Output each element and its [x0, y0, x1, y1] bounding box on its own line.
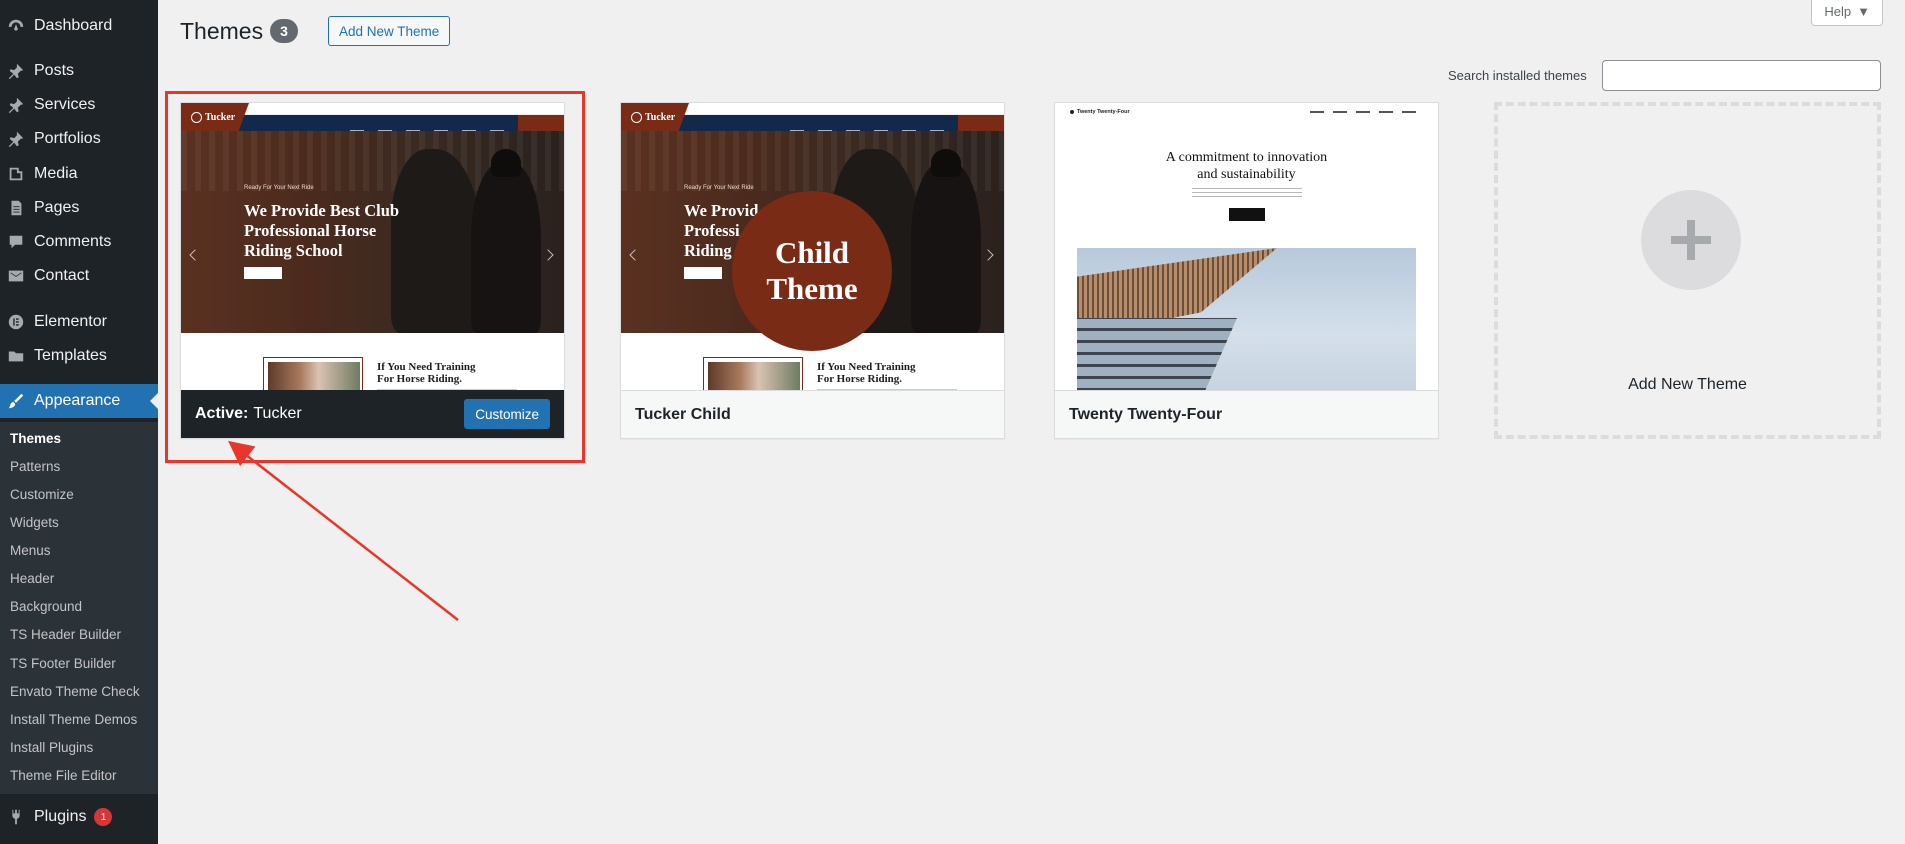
- sidebar-item-elementor[interactable]: Elementor: [0, 305, 158, 339]
- submenu-item-customize[interactable]: Customize: [10, 487, 74, 502]
- search-label: Search installed themes: [1448, 68, 1587, 83]
- trainer-photo: [263, 357, 363, 391]
- pin-icon: [6, 61, 26, 81]
- submenu-item-themes[interactable]: Themes: [10, 431, 61, 446]
- submenu-item-install-theme-demos[interactable]: Install Theme Demos: [10, 712, 137, 727]
- sidebar-item-label: Media: [34, 165, 78, 182]
- theme-card-tucker-child[interactable]: Tucker Ready For Your Next Ride We Provi…: [620, 102, 1005, 439]
- sidebar-item-plugins[interactable]: Plugins 1: [0, 800, 158, 834]
- sidebar-item-appearance[interactable]: Appearance: [0, 384, 158, 418]
- sidebar-item-label: Plugins: [34, 808, 87, 825]
- update-count-badge: 1: [94, 808, 113, 826]
- sidebar-item-label: Comments: [34, 233, 112, 250]
- preview-lower-title: If You Need Training For Horse Riding.: [817, 361, 916, 385]
- trainer-photo: [703, 357, 803, 391]
- sidebar-item-dashboard[interactable]: Dashboard: [0, 9, 158, 43]
- preview-hero-button: [244, 267, 282, 279]
- sidebar-item-label: Posts: [34, 62, 75, 79]
- chevron-left-icon: [629, 249, 641, 261]
- chevron-right-icon: [542, 249, 554, 261]
- theme-name: Tucker: [253, 405, 302, 422]
- brush-icon: [6, 391, 26, 411]
- preview-hero-title: We Provide Best Club Professional Horse …: [244, 201, 400, 260]
- sidebar-item-label: Pages: [34, 199, 80, 216]
- theme-name: Tucker Child: [635, 405, 731, 423]
- sidebar-item-comments[interactable]: Comments: [0, 225, 158, 259]
- admin-sidebar: Dashboard Posts Services Portfolios Medi…: [0, 0, 158, 844]
- preview-brand: Twenty Twenty-Four: [1070, 109, 1130, 115]
- theme-screenshot[interactable]: Tucker Ready For Your Next Ride We Provi…: [181, 103, 564, 391]
- sidebar-item-label: Contact: [34, 267, 90, 284]
- theme-footer-active: Active: Tucker Customize: [181, 390, 564, 438]
- plus-icon: [1641, 190, 1741, 290]
- sidebar-item-portfolios[interactable]: Portfolios: [0, 122, 158, 156]
- help-label: Help: [1824, 4, 1852, 19]
- elementor-icon: [6, 312, 26, 332]
- horse-image: [391, 149, 481, 333]
- dashboard-icon: [6, 16, 26, 36]
- theme-card-twenty-twenty-four[interactable]: Twenty Twenty-Four A commitment to innov…: [1054, 102, 1439, 439]
- sidebar-item-pages[interactable]: Pages: [0, 191, 158, 225]
- add-new-theme-button[interactable]: Add New Theme: [328, 16, 451, 46]
- submenu-item-ts-footer-builder[interactable]: TS Footer Builder: [10, 656, 116, 671]
- building-image: [1077, 248, 1416, 391]
- rider-image: [471, 149, 541, 333]
- submenu-item-menus[interactable]: Menus: [10, 543, 51, 558]
- pin-icon: [6, 95, 26, 115]
- preview-lower-title: If You Need Training For Horse Riding.: [377, 361, 476, 385]
- help-button[interactable]: Help ▼: [1811, 0, 1883, 26]
- chevron-left-icon: [189, 249, 201, 261]
- caret-down-icon: ▼: [1857, 4, 1870, 19]
- preview-hero-kicker: Ready For Your Next Ride: [244, 185, 314, 191]
- theme-footer: Tucker Child: [621, 390, 1004, 438]
- preview-lower-section: If You Need Training For Horse Riding.: [181, 333, 564, 391]
- theme-card-tucker[interactable]: Tucker Ready For Your Next Ride We Provi…: [180, 102, 565, 439]
- sidebar-item-services[interactable]: Services: [0, 88, 158, 122]
- child-theme-badge: Child Theme: [732, 191, 892, 351]
- preview-appointment-button: [518, 115, 564, 131]
- sidebar-item-templates[interactable]: Templates: [0, 339, 158, 373]
- add-new-theme-label: Add New Theme: [1628, 376, 1747, 393]
- sidebar-item-label: Appearance: [34, 392, 121, 409]
- preview-hero-kicker: Ready For Your Next Ride: [684, 185, 754, 191]
- search-themes-input[interactable]: [1602, 60, 1881, 91]
- page-icon: [6, 198, 26, 218]
- plug-icon: [6, 807, 26, 827]
- appearance-submenu: Themes Patterns Customize Widgets Menus …: [0, 422, 158, 794]
- submenu-item-patterns[interactable]: Patterns: [10, 459, 60, 474]
- mail-icon: [6, 266, 26, 286]
- sidebar-item-label: Elementor: [34, 313, 107, 330]
- theme-screenshot[interactable]: Twenty Twenty-Four A commitment to innov…: [1055, 103, 1438, 391]
- chevron-right-icon: [982, 249, 994, 261]
- folder-icon: [6, 346, 26, 366]
- customize-button[interactable]: Customize: [464, 399, 550, 429]
- preview-hero: Ready For Your Next Ride We Provide Best…: [181, 131, 564, 333]
- submenu-item-widgets[interactable]: Widgets: [10, 515, 59, 530]
- submenu-item-background[interactable]: Background: [10, 599, 82, 614]
- sidebar-item-posts[interactable]: Posts: [0, 54, 158, 88]
- sidebar-item-label: Templates: [34, 347, 107, 364]
- add-new-theme-tile[interactable]: Add New Theme: [1494, 102, 1881, 439]
- theme-name: Twenty Twenty-Four: [1069, 405, 1223, 423]
- submenu-item-ts-header-builder[interactable]: TS Header Builder: [10, 627, 121, 642]
- submenu-item-envato-theme-check[interactable]: Envato Theme Check: [10, 684, 140, 699]
- sidebar-item-label: Portfolios: [34, 130, 101, 147]
- comment-icon: [6, 232, 26, 252]
- active-label: Active:: [195, 405, 249, 422]
- page-title: Themes: [180, 18, 264, 44]
- sidebar-item-media[interactable]: Media: [0, 157, 158, 191]
- preview-headline: A commitment to innovation and sustainab…: [1165, 150, 1328, 182]
- preview-learn-more-button: [1229, 208, 1265, 221]
- submenu-item-header[interactable]: Header: [10, 571, 54, 586]
- sidebar-item-label: Services: [34, 96, 96, 113]
- submenu-item-install-plugins[interactable]: Install Plugins: [10, 740, 93, 755]
- theme-footer: Twenty Twenty-Four: [1055, 390, 1438, 438]
- theme-screenshot[interactable]: Tucker Ready For Your Next Ride We Provi…: [621, 103, 1004, 391]
- media-icon: [6, 164, 26, 184]
- sidebar-item-contact[interactable]: Contact: [0, 259, 158, 293]
- sidebar-item-label: Dashboard: [34, 17, 113, 34]
- theme-count-badge: 3: [270, 19, 298, 43]
- pin-icon: [6, 129, 26, 149]
- submenu-item-theme-file-editor[interactable]: Theme File Editor: [10, 768, 117, 783]
